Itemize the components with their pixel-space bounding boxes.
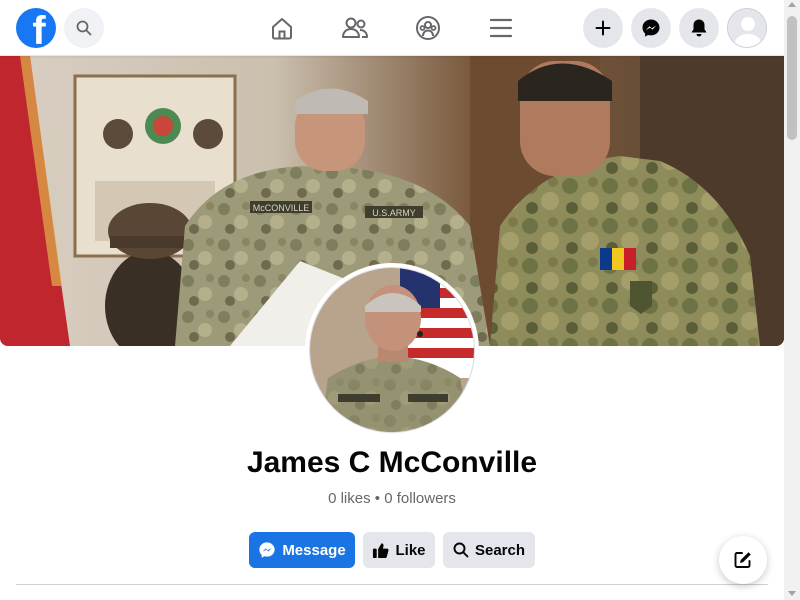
- avatar-icon: [728, 9, 766, 47]
- menu-tab[interactable]: [485, 12, 517, 44]
- facebook-logo-letter: f: [32, 9, 46, 48]
- message-button-label: Message: [282, 541, 346, 559]
- messenger-icon: [259, 542, 275, 558]
- likes-count[interactable]: 0 likes: [328, 490, 371, 507]
- cover-branch-text: U.S.ARMY: [372, 208, 416, 218]
- friends-tab[interactable]: [339, 12, 371, 44]
- like-button[interactable]: Like: [363, 532, 435, 568]
- followers-count[interactable]: 0 followers: [384, 490, 456, 507]
- profile-stats: 0 likes • 0 followers: [0, 490, 784, 507]
- message-button[interactable]: Message: [249, 532, 355, 568]
- scroll-thumb[interactable]: [787, 16, 797, 140]
- thumbs-up-icon: [373, 542, 389, 558]
- profile-picture[interactable]: [305, 263, 479, 437]
- search-icon: [76, 20, 92, 36]
- messenger-icon: [642, 19, 660, 37]
- search-button-label: Search: [474, 541, 526, 559]
- create-button[interactable]: [583, 8, 623, 48]
- search-icon: [453, 542, 469, 558]
- home-tab[interactable]: [266, 12, 298, 44]
- new-message-button[interactable]: [719, 536, 767, 584]
- groups-icon: [416, 16, 440, 40]
- messenger-button[interactable]: [631, 8, 671, 48]
- groups-tab[interactable]: [412, 12, 444, 44]
- compose-icon: [734, 552, 751, 568]
- stats-separator: •: [374, 490, 381, 507]
- cover-nametape-text: McCONVILLE: [253, 203, 310, 213]
- account-avatar[interactable]: [727, 8, 767, 48]
- notifications-button[interactable]: [679, 8, 719, 48]
- section-divider: [16, 584, 768, 585]
- plus-icon: [595, 20, 611, 36]
- search-page-button[interactable]: Search: [443, 532, 535, 568]
- scroll-up-arrow-icon[interactable]: [788, 2, 796, 7]
- menu-icon: [489, 18, 513, 38]
- home-icon: [272, 18, 292, 40]
- page-scrollbar[interactable]: [784, 0, 800, 600]
- friends-icon: [342, 17, 368, 38]
- bell-icon: [691, 19, 707, 37]
- top-navigation-bar: f: [0, 0, 784, 56]
- profile-name: James C McConville: [246, 446, 538, 479]
- scroll-down-arrow-icon[interactable]: [788, 591, 796, 596]
- facebook-logo[interactable]: f: [16, 8, 56, 48]
- like-button-label: Like: [395, 541, 426, 559]
- search-button[interactable]: [64, 8, 104, 48]
